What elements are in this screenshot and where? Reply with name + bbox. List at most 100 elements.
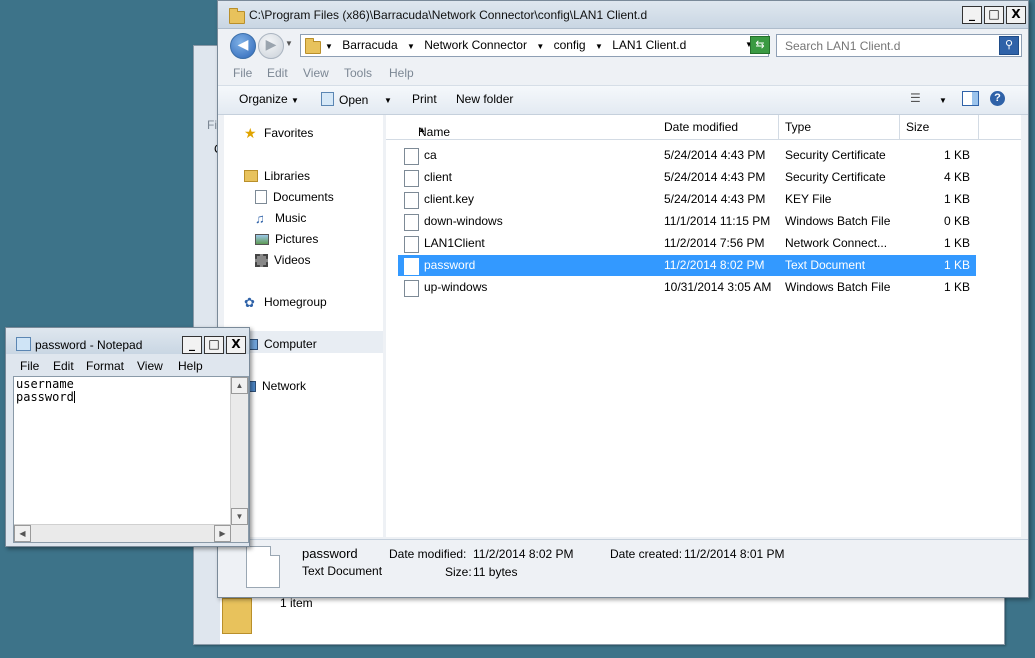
organize-label: Organize [239,92,288,106]
scroll-up-icon[interactable]: ▲ [231,377,248,394]
file-name: client.key [424,192,475,206]
folder-icon [222,598,252,634]
notepad-menu-edit[interactable]: Edit [53,359,74,373]
menu-tools[interactable]: Tools [344,66,372,80]
file-row-client-key[interactable]: client.key 5/24/2014 4:43 PM KEY File 1 … [398,189,976,210]
back-button[interactable]: ◀ [230,33,256,59]
resize-grip-icon[interactable] [231,525,248,542]
nav-computer[interactable]: Computer [244,337,317,351]
breadcrumb-config[interactable]: config [554,38,586,52]
nav-videos[interactable]: Videos [255,253,310,267]
chevron-down-icon: ▼ [291,96,299,105]
command-bar: Organize ▼ Open ▼ Print New folder ☰ ▼ ? [218,85,1028,115]
nav-documents[interactable]: Documents [255,190,334,204]
file-type: Windows Batch File [785,214,891,228]
column-header-type[interactable]: Type [779,115,900,140]
address-bar[interactable]: ▼ Barracuda ▼ Network Connector ▼ config… [300,34,769,57]
nav-libraries[interactable]: Libraries [244,169,310,183]
horizontal-scrollbar[interactable]: ◀ ▶ [14,524,231,542]
file-name: ca [424,148,437,162]
notepad-minimize-button[interactable]: _ [182,336,202,354]
file-list[interactable]: Name ▲ Date modified Type Size ca 5/24/2… [386,115,1021,537]
file-row-password[interactable]: password 11/2/2014 8:02 PM Text Document… [398,255,976,276]
menu-view[interactable]: View [303,66,329,80]
folder-icon [229,8,245,24]
file-row-ca[interactable]: ca 5/24/2014 4:43 PM Security Certificat… [398,145,976,166]
nav-favorites[interactable]: ★ Favorites [244,126,314,141]
sort-ascending-icon: ▲ [418,125,426,134]
file-icon [404,192,419,209]
change-view-icon[interactable]: ☰ [910,91,921,105]
nav-homegroup[interactable]: ✿ Homegroup [244,295,327,309]
notepad-title-bar[interactable]: password - Notepad _ □ X [6,328,249,354]
scroll-left-icon[interactable]: ◀ [14,525,31,542]
nav-videos-label: Videos [274,253,311,267]
file-row-lan1client[interactable]: LAN1Client 11/2/2014 7:56 PM Network Con… [398,233,976,254]
file-row-up-windows[interactable]: up-windows 10/31/2014 3:05 AM Windows Ba… [398,277,976,298]
search-icon[interactable]: ⚲ [999,36,1019,55]
explorer-window[interactable]: C:\Program Files (x86)\Barracuda\Network… [217,0,1029,598]
scroll-right-icon[interactable]: ▶ [214,525,231,542]
refresh-icon[interactable]: ⇆ [750,36,770,54]
maximize-button[interactable]: □ [984,6,1004,24]
view-options-chevron-icon[interactable]: ▼ [939,96,947,105]
notepad-maximize-button[interactable]: □ [204,336,224,354]
file-date: 11/2/2014 7:56 PM [664,236,765,250]
print-button[interactable]: Print [412,92,437,106]
help-icon[interactable]: ? [990,91,1005,106]
search-box[interactable]: ⚲ [776,34,1022,57]
search-input[interactable] [783,38,997,54]
menu-help[interactable]: Help [389,66,414,80]
file-date: 5/24/2014 4:43 PM [664,170,766,184]
file-row-client[interactable]: client 5/24/2014 4:43 PM Security Certif… [398,167,976,188]
column-header-date-modified[interactable]: Date modified [658,115,779,140]
file-row-down-windows[interactable]: down-windows 11/1/2014 11:15 PM Windows … [398,211,976,232]
nav-network[interactable]: Network [244,379,306,393]
column-header-size[interactable]: Size [900,115,979,140]
notepad-menu-help[interactable]: Help [178,359,203,373]
open-dropdown-chevron-icon[interactable]: ▼ [384,96,392,105]
new-folder-button[interactable]: New folder [456,92,513,106]
file-size: 1 KB [943,280,970,294]
breadcrumb-chevron-icon[interactable]: ▼ [325,42,333,51]
certificate-icon [404,148,419,165]
organize-button[interactable]: Organize ▼ [239,92,299,106]
minimize-button[interactable]: _ [962,6,982,24]
open-button[interactable]: Open [321,92,368,107]
breadcrumb-network-connector[interactable]: Network Connector [424,38,527,52]
file-date: 5/24/2014 4:43 PM [664,148,766,162]
breadcrumb-chevron-icon[interactable]: ▼ [595,42,603,51]
scroll-down-icon[interactable]: ▼ [231,508,248,525]
notepad-line-2: password [16,390,74,404]
explorer-title-bar[interactable]: C:\Program Files (x86)\Barracuda\Network… [218,1,1028,29]
menu-edit[interactable]: Edit [267,66,288,80]
file-name: password [424,258,476,272]
breadcrumb-lan1-client-d[interactable]: LAN1 Client.d [612,38,686,52]
nav-music[interactable]: ♫ Music [255,211,306,225]
notepad-menu-file[interactable]: File [20,359,39,373]
menu-file[interactable]: File [233,66,252,80]
nav-favorites-label: Favorites [264,126,314,140]
nav-computer-label: Computer [264,337,317,351]
notepad-menu-format[interactable]: Format [86,359,124,373]
breadcrumb-chevron-icon[interactable]: ▼ [536,42,544,51]
notepad-title: password - Notepad [35,338,143,352]
file-date: 10/31/2014 3:05 AM [664,280,772,294]
notepad-close-button[interactable]: X [226,336,246,354]
details-file-name: password [302,546,358,561]
preview-pane-icon[interactable] [962,91,979,106]
vertical-scrollbar[interactable]: ▲ ▼ [230,377,248,525]
details-size-label: Size: [445,565,472,579]
breadcrumb-chevron-icon[interactable]: ▼ [407,42,415,51]
breadcrumb-barracuda[interactable]: Barracuda [342,38,397,52]
recent-pages-chevron-icon[interactable]: ▼ [285,39,293,48]
close-button[interactable]: X [1006,6,1026,24]
notepad-text-area[interactable]: username password ▲ ▼ ◀ ▶ [13,376,249,543]
column-header-name[interactable]: Name ▲ [386,115,659,140]
file-name: down-windows [424,214,503,228]
forward-button[interactable]: ▶ [258,33,284,59]
notepad-window[interactable]: password - Notepad _ □ X File Edit Forma… [5,327,250,547]
nav-pictures[interactable]: Pictures [255,232,318,246]
notepad-menu-view[interactable]: View [137,359,163,373]
column-type-label: Type [785,120,812,134]
